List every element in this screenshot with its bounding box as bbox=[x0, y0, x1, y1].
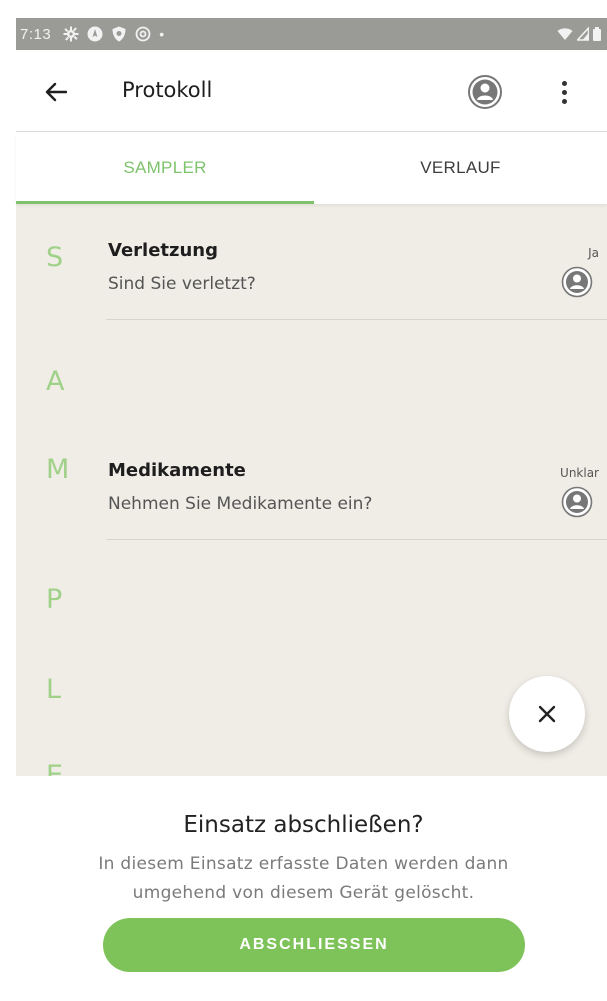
profile-button[interactable] bbox=[467, 74, 503, 110]
sampler-letter-a: A bbox=[46, 366, 65, 397]
compass-icon bbox=[87, 26, 103, 42]
app-bar: Protokoll bbox=[16, 50, 607, 132]
entry-answer: Unklar bbox=[560, 466, 599, 480]
shield-icon bbox=[111, 26, 127, 42]
sheet-message: In diesem Einsatz erfasste Daten werden … bbox=[98, 854, 509, 903]
wifi-icon bbox=[557, 27, 573, 41]
signal-icon bbox=[577, 27, 589, 41]
tab-sampler[interactable]: SAMPLER bbox=[16, 132, 314, 204]
active-tab-indicator bbox=[16, 201, 314, 204]
page-title: Protokoll bbox=[122, 78, 213, 102]
list-item[interactable]: Medikamente Nehmen Sie Medikamente ein? … bbox=[106, 424, 607, 540]
divider bbox=[106, 539, 607, 540]
tab-bar: SAMPLER VERLAUF bbox=[16, 132, 607, 204]
sheet-title: Einsatz abschließen? bbox=[183, 812, 424, 838]
arrow-left-icon bbox=[45, 82, 67, 102]
entry-title: Verletzung bbox=[108, 240, 219, 261]
gear-icon bbox=[63, 26, 79, 42]
sampler-letter-l: L bbox=[46, 674, 62, 705]
entry-question: Nehmen Sie Medikamente ein? bbox=[108, 494, 373, 514]
entry-answer: Ja bbox=[588, 246, 599, 260]
more-menu-button[interactable] bbox=[552, 74, 576, 110]
tab-verlauf[interactable]: VERLAUF bbox=[314, 132, 607, 204]
divider bbox=[106, 319, 607, 320]
close-button[interactable] bbox=[509, 676, 585, 752]
back-button[interactable] bbox=[38, 74, 74, 110]
user-icon bbox=[468, 75, 502, 109]
list-item[interactable]: Verletzung Sind Sie verletzt? Ja bbox=[106, 204, 607, 320]
status-time: 7:13 bbox=[20, 25, 52, 43]
entry-title: Medikamente bbox=[108, 460, 246, 481]
more-vertical-icon bbox=[561, 80, 567, 86]
at-icon bbox=[135, 26, 151, 42]
close-icon bbox=[538, 705, 556, 723]
sampler-letter-e: E bbox=[46, 760, 64, 776]
sampler-letter-m: M bbox=[46, 454, 70, 485]
sampler-letter-p: P bbox=[46, 584, 63, 615]
user-icon bbox=[561, 486, 593, 518]
sampler-letter-s: S bbox=[46, 242, 64, 273]
battery-icon bbox=[593, 27, 601, 41]
entry-question: Sind Sie verletzt? bbox=[108, 274, 256, 294]
status-bar: 7:13 • bbox=[16, 18, 607, 50]
finish-button[interactable]: ABSCHLIESSEN bbox=[103, 918, 525, 972]
user-icon bbox=[561, 266, 593, 298]
status-dot: • bbox=[159, 26, 165, 42]
